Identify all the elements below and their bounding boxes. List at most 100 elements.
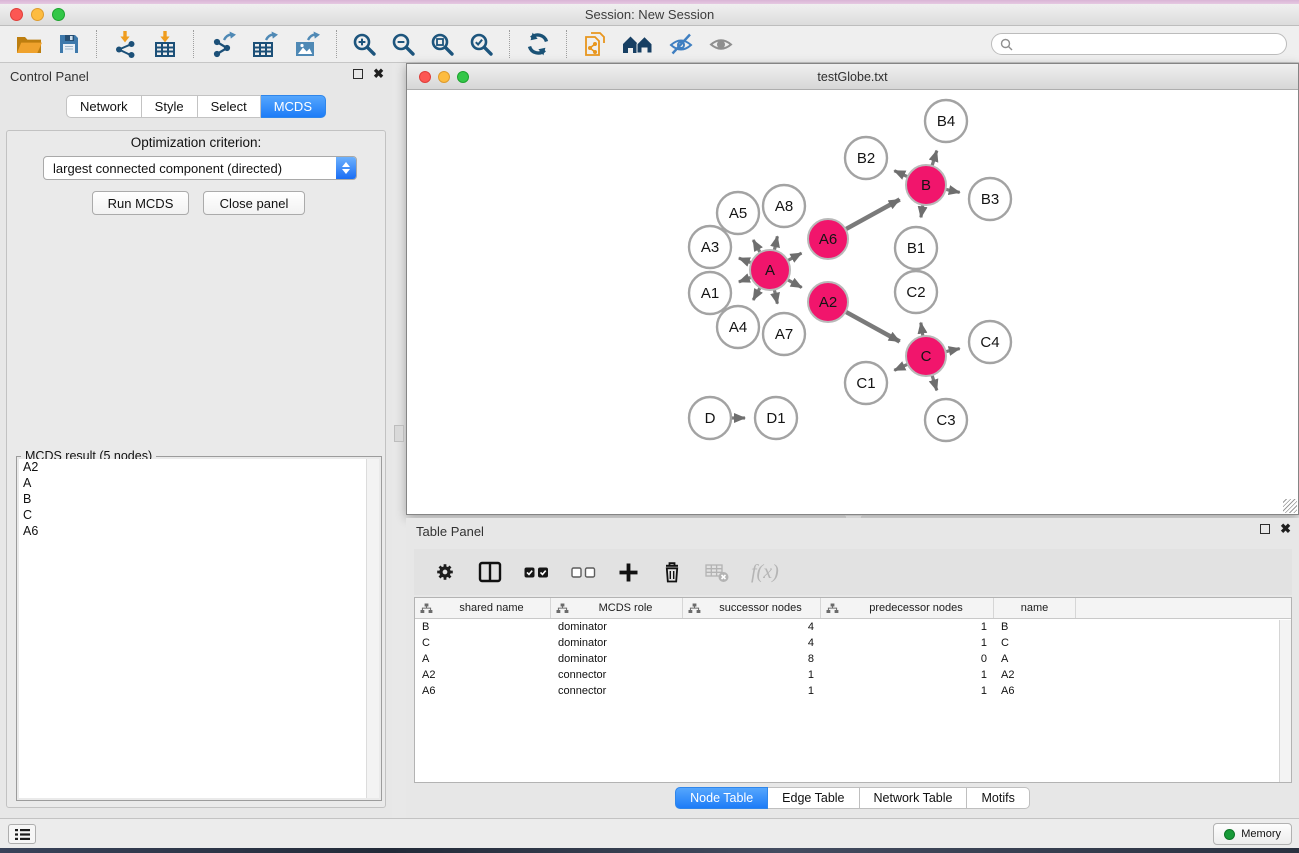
export-image-button[interactable] xyxy=(286,29,328,60)
graph-node-A8[interactable]: A8 xyxy=(763,185,805,227)
unselect-all-columns-button[interactable] xyxy=(571,567,596,578)
task-history-button[interactable] xyxy=(8,824,36,844)
table-row[interactable]: Bdominator41B xyxy=(415,619,1291,635)
graph-node-B3[interactable]: B3 xyxy=(969,178,1011,220)
graph-node-C4[interactable]: C4 xyxy=(969,321,1011,363)
graph-node-A7[interactable]: A7 xyxy=(763,313,805,355)
apply-layout-button[interactable] xyxy=(518,29,558,59)
control-panel: Control Panel ✖ NetworkStyleSelectMCDS O… xyxy=(0,63,392,818)
tab-mcds[interactable]: MCDS xyxy=(261,95,326,118)
tab-node-table[interactable]: Node Table xyxy=(675,787,768,809)
graph-node-D[interactable]: D xyxy=(689,397,731,439)
graph-node-C1[interactable]: C1 xyxy=(845,362,887,404)
graph-node-D1[interactable]: D1 xyxy=(755,397,797,439)
delete-table-button[interactable] xyxy=(705,562,729,583)
column-header-shared-name[interactable]: shared name xyxy=(415,598,551,618)
zoom-selected-button[interactable] xyxy=(462,30,501,59)
network-canvas[interactable]: A A1 A2 A3 A4 A5 A6 A7 A8 B B1 B2 B3B4 C C1 C2 C3C4 D D1 xyxy=(407,90,1298,514)
zoom-fit-button[interactable] xyxy=(423,30,462,59)
table-row[interactable]: A6connector11A6 xyxy=(415,683,1291,699)
create-column-button[interactable] xyxy=(618,562,639,583)
show-all-button[interactable] xyxy=(701,30,741,58)
table-settings-button[interactable] xyxy=(434,561,456,583)
column-header-MCDS-role[interactable]: MCDS role xyxy=(551,598,683,618)
column-header-successor-nodes[interactable]: successor nodes xyxy=(683,598,821,618)
graph-node-A3[interactable]: A3 xyxy=(689,226,731,268)
vertical-splitter-handle[interactable] xyxy=(394,425,404,442)
graph-node-B4[interactable]: B4 xyxy=(925,100,967,142)
criterion-dropdown[interactable]: largest connected component (directed) xyxy=(43,156,357,180)
import-table-button[interactable] xyxy=(145,28,185,60)
mcds-result-item[interactable]: A6 xyxy=(19,523,379,539)
graph-edge-A-A8 xyxy=(774,236,777,250)
column-type-icon xyxy=(688,603,701,614)
graph-node-A6[interactable]: A6 xyxy=(808,219,848,259)
delete-columns-icon xyxy=(661,560,683,584)
save-session-button[interactable] xyxy=(50,30,88,58)
search-input[interactable] xyxy=(1018,37,1278,51)
graph-node-C2[interactable]: C2 xyxy=(895,271,937,313)
graph-node-A5[interactable]: A5 xyxy=(717,192,759,234)
table-panel-title: Table Panel xyxy=(416,524,484,539)
main-titlebar[interactable]: Session: New Session xyxy=(0,4,1299,26)
table-row[interactable]: Cdominator41C xyxy=(415,635,1291,651)
first-neighbors-button[interactable] xyxy=(615,30,661,58)
tab-network[interactable]: Network xyxy=(66,95,142,118)
graph-node-B1[interactable]: B1 xyxy=(895,227,937,269)
table-row[interactable]: A2connector11A2 xyxy=(415,667,1291,683)
svg-text:A6: A6 xyxy=(819,231,837,248)
mcds-result-item[interactable]: C xyxy=(19,507,379,523)
tab-motifs[interactable]: Motifs xyxy=(967,787,1029,809)
tab-select[interactable]: Select xyxy=(198,95,261,118)
export-table-button[interactable] xyxy=(244,29,286,60)
float-table-panel-icon[interactable] xyxy=(1260,524,1270,534)
float-panel-icon[interactable] xyxy=(353,69,363,79)
new-network-from-selection-button[interactable] xyxy=(575,28,615,60)
graph-node-A2[interactable]: A2 xyxy=(808,282,848,322)
control-panel-tabs: NetworkStyleSelectMCDS xyxy=(0,95,392,118)
mcds-result-item[interactable]: A2 xyxy=(19,459,379,475)
memory-button[interactable]: Memory xyxy=(1213,823,1292,845)
graph-node-B2[interactable]: B2 xyxy=(845,137,887,179)
table-cell: 4 xyxy=(683,619,821,635)
mcds-result-list[interactable]: A2ABCA6 xyxy=(19,459,379,798)
zoom-in-button[interactable] xyxy=(345,30,384,59)
table-scrollbar[interactable] xyxy=(1279,620,1291,782)
table-body: Bdominator41BCdominator41CAdominator80AA… xyxy=(415,619,1291,699)
column-header-predecessor-nodes[interactable]: predecessor nodes xyxy=(821,598,994,618)
hide-selected-button[interactable] xyxy=(661,30,701,58)
graph-node-A4[interactable]: A4 xyxy=(717,306,759,348)
svg-text:A3: A3 xyxy=(701,239,719,256)
list-scrollbar[interactable] xyxy=(366,459,379,798)
close-panel-button[interactable]: Close panel xyxy=(203,191,305,215)
tab-edge-table[interactable]: Edge Table xyxy=(768,787,859,809)
graph-edge-A2-C xyxy=(846,312,900,342)
graph-node-A1[interactable]: A1 xyxy=(689,272,731,314)
tab-style[interactable]: Style xyxy=(142,95,198,118)
mcds-result-item[interactable]: B xyxy=(19,491,379,507)
column-header-name[interactable]: name xyxy=(994,598,1076,618)
mcds-result-item[interactable]: A xyxy=(19,475,379,491)
delete-columns-button[interactable] xyxy=(661,560,683,584)
network-window-titlebar[interactable]: testGlobe.txt xyxy=(407,64,1298,90)
column-layout-button[interactable] xyxy=(478,561,502,583)
close-table-panel-icon[interactable]: ✖ xyxy=(1280,524,1291,534)
select-all-columns-button[interactable] xyxy=(524,567,549,578)
close-panel-icon[interactable]: ✖ xyxy=(373,69,384,79)
window-resize-grip[interactable] xyxy=(1283,499,1297,513)
run-mcds-button[interactable]: Run MCDS xyxy=(92,191,189,215)
control-panel-header: Control Panel ✖ xyxy=(0,63,392,89)
graph-node-C3[interactable]: C3 xyxy=(925,399,967,441)
table-row[interactable]: Adominator80A xyxy=(415,651,1291,667)
graph-node-C[interactable]: C xyxy=(906,336,946,376)
graph-node-B[interactable]: B xyxy=(906,165,946,205)
graph-node-A[interactable]: A xyxy=(750,250,790,290)
zoom-out-button[interactable] xyxy=(384,30,423,59)
tab-network-table[interactable]: Network Table xyxy=(860,787,968,809)
export-network-button[interactable] xyxy=(202,29,244,60)
toolbar-separator xyxy=(193,30,194,58)
function-builder-button[interactable]: f(x) xyxy=(751,561,779,584)
search-field[interactable] xyxy=(991,33,1287,55)
open-session-button[interactable] xyxy=(8,30,50,58)
import-network-button[interactable] xyxy=(105,28,145,60)
